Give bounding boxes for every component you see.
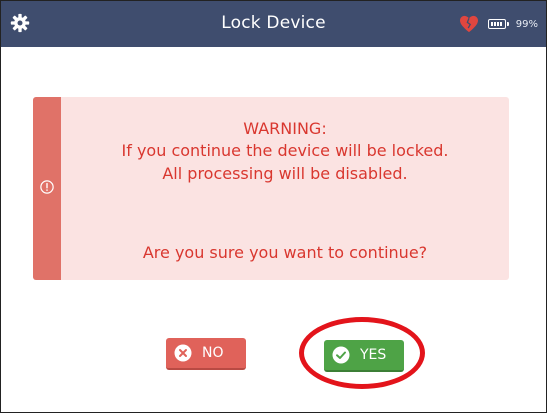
lock-device-screen: Lock Device 99% WARNING: If you continue… — [0, 0, 547, 413]
no-button[interactable]: NO — [166, 338, 246, 370]
battery-icon — [487, 19, 509, 29]
status-area: 99% — [459, 15, 538, 33]
warning-line-2: All processing will be disabled. — [162, 164, 408, 183]
check-circle-icon — [332, 346, 350, 364]
yes-button-label: YES — [360, 347, 387, 363]
warning-line-1: If you continue the device will be locke… — [121, 141, 449, 160]
x-circle-icon — [174, 344, 192, 362]
no-button-label: NO — [202, 345, 224, 361]
broken-heart-icon — [459, 15, 478, 33]
warning-title: WARNING: — [243, 119, 327, 138]
warning-alert: WARNING: If you continue the device will… — [33, 97, 509, 280]
title-bar: Lock Device 99% — [1, 1, 546, 47]
yes-button[interactable]: YES — [324, 340, 404, 372]
exclamation-circle-icon — [40, 180, 54, 194]
battery-percent: 99% — [515, 18, 538, 30]
confirm-question: Are you sure you want to continue? — [142, 243, 428, 262]
